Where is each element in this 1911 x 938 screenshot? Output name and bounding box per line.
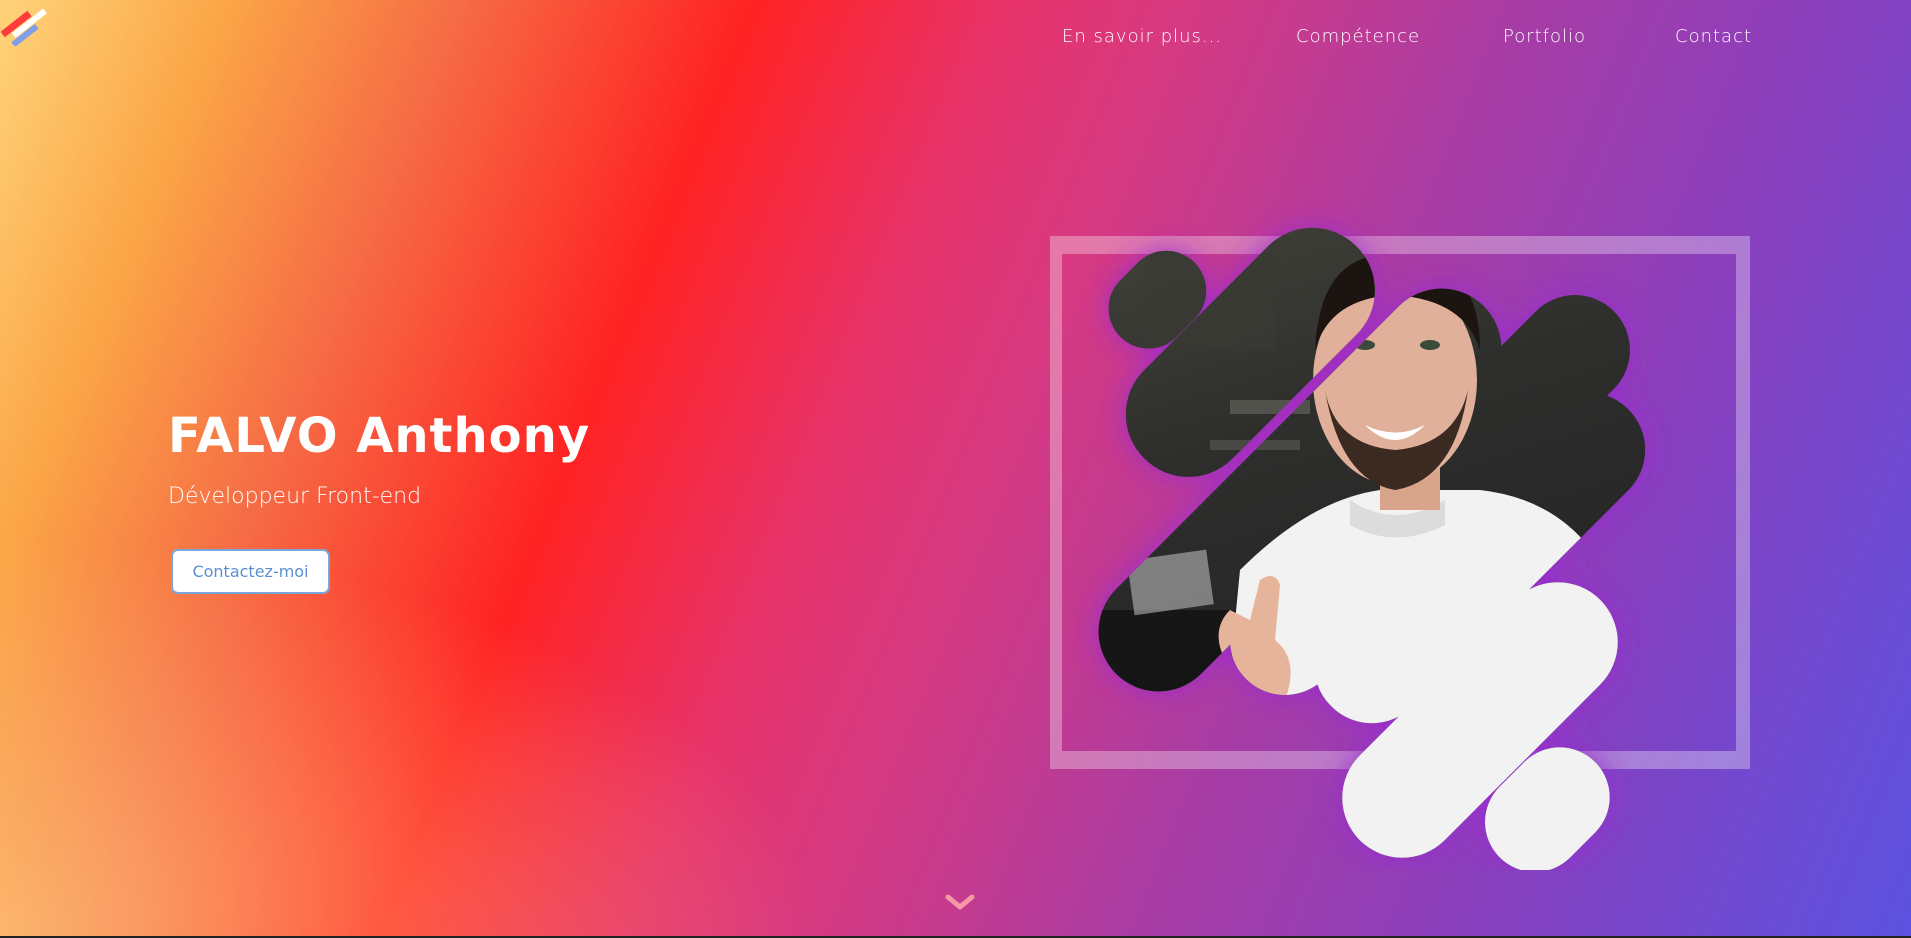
contact-button[interactable]: Contactez-moi <box>171 549 330 594</box>
hero-section: En savoir plus... Compétence Portfolio C… <box>0 0 1911 936</box>
nav-item-about[interactable]: En savoir plus... <box>1062 26 1222 47</box>
hero-role: Développeur Front-end <box>168 484 422 509</box>
hero-name: FALVO Anthony <box>168 408 591 464</box>
hero-intro: FALVO Anthony Développeur Front-end Cont… <box>168 408 591 594</box>
nav-item-skills[interactable]: Compétence <box>1296 26 1420 47</box>
nav-item-contact[interactable]: Contact <box>1675 26 1752 47</box>
chevron-down-icon[interactable] <box>944 893 976 913</box>
main-nav: En savoir plus... Compétence Portfolio C… <box>0 26 1911 54</box>
nav-item-portfolio[interactable]: Portfolio <box>1503 26 1586 47</box>
portrait-image <box>1050 202 1750 870</box>
